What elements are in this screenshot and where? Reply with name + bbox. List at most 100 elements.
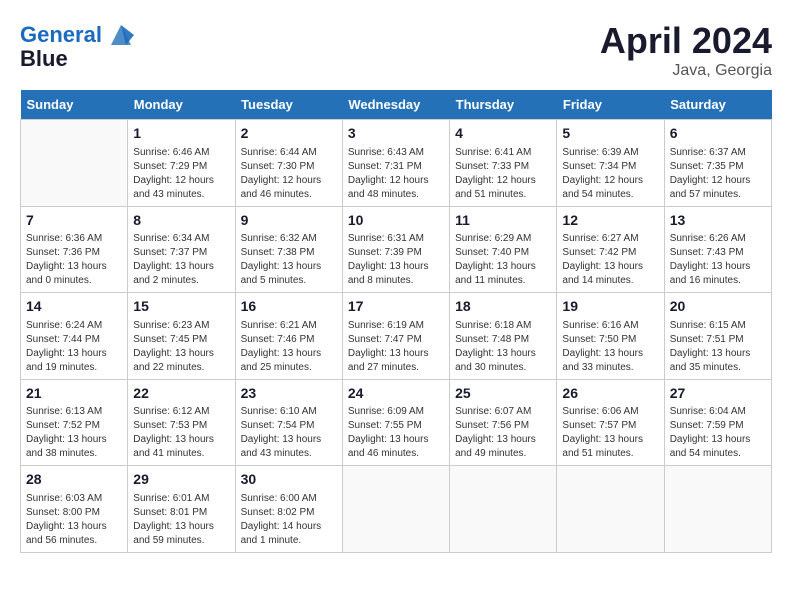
week-row-4: 28Sunrise: 6:03 AM Sunset: 8:00 PM Dayli… [21,466,772,553]
day-info: Sunrise: 6:21 AM Sunset: 7:46 PM Dayligh… [241,319,337,375]
day-info: Sunrise: 6:39 AM Sunset: 7:34 PM Dayligh… [562,146,658,202]
day-number: 12 [562,211,658,231]
calendar-cell: 17Sunrise: 6:19 AM Sunset: 7:47 PM Dayli… [342,293,449,380]
day-info: Sunrise: 6:26 AM Sunset: 7:43 PM Dayligh… [670,232,766,288]
day-number: 2 [241,124,337,144]
calendar-cell: 4Sunrise: 6:41 AM Sunset: 7:33 PM Daylig… [450,120,557,207]
calendar-cell: 20Sunrise: 6:15 AM Sunset: 7:51 PM Dayli… [664,293,771,380]
calendar-cell: 23Sunrise: 6:10 AM Sunset: 7:54 PM Dayli… [235,379,342,466]
week-row-2: 14Sunrise: 6:24 AM Sunset: 7:44 PM Dayli… [21,293,772,380]
calendar-cell: 10Sunrise: 6:31 AM Sunset: 7:39 PM Dayli… [342,206,449,293]
day-number: 1 [133,124,229,144]
calendar-cell: 18Sunrise: 6:18 AM Sunset: 7:48 PM Dayli… [450,293,557,380]
calendar-cell [342,466,449,553]
day-info: Sunrise: 6:10 AM Sunset: 7:54 PM Dayligh… [241,405,337,461]
calendar-cell: 14Sunrise: 6:24 AM Sunset: 7:44 PM Dayli… [21,293,128,380]
day-info: Sunrise: 6:23 AM Sunset: 7:45 PM Dayligh… [133,319,229,375]
calendar-cell: 15Sunrise: 6:23 AM Sunset: 7:45 PM Dayli… [128,293,235,380]
calendar-cell: 11Sunrise: 6:29 AM Sunset: 7:40 PM Dayli… [450,206,557,293]
day-info: Sunrise: 6:29 AM Sunset: 7:40 PM Dayligh… [455,232,551,288]
calendar-cell: 6Sunrise: 6:37 AM Sunset: 7:35 PM Daylig… [664,120,771,207]
day-number: 20 [670,297,766,317]
day-info: Sunrise: 6:46 AM Sunset: 7:29 PM Dayligh… [133,146,229,202]
day-info: Sunrise: 6:04 AM Sunset: 7:59 PM Dayligh… [670,405,766,461]
calendar-table: SundayMondayTuesdayWednesdayThursdayFrid… [20,90,772,553]
weekday-header-monday: Monday [128,90,235,120]
calendar-cell: 28Sunrise: 6:03 AM Sunset: 8:00 PM Dayli… [21,466,128,553]
calendar-cell: 16Sunrise: 6:21 AM Sunset: 7:46 PM Dayli… [235,293,342,380]
day-number: 8 [133,211,229,231]
weekday-header-thursday: Thursday [450,90,557,120]
calendar-cell: 2Sunrise: 6:44 AM Sunset: 7:30 PM Daylig… [235,120,342,207]
day-info: Sunrise: 6:03 AM Sunset: 8:00 PM Dayligh… [26,492,122,548]
calendar-cell: 1Sunrise: 6:46 AM Sunset: 7:29 PM Daylig… [128,120,235,207]
day-info: Sunrise: 6:15 AM Sunset: 7:51 PM Dayligh… [670,319,766,375]
calendar-cell: 30Sunrise: 6:00 AM Sunset: 8:02 PM Dayli… [235,466,342,553]
day-info: Sunrise: 6:00 AM Sunset: 8:02 PM Dayligh… [241,492,337,548]
calendar-cell: 3Sunrise: 6:43 AM Sunset: 7:31 PM Daylig… [342,120,449,207]
week-row-1: 7Sunrise: 6:36 AM Sunset: 7:36 PM Daylig… [21,206,772,293]
day-info: Sunrise: 6:36 AM Sunset: 7:36 PM Dayligh… [26,232,122,288]
day-number: 30 [241,470,337,490]
day-info: Sunrise: 6:01 AM Sunset: 8:01 PM Dayligh… [133,492,229,548]
day-number: 9 [241,211,337,231]
location: Java, Georgia [600,62,772,80]
page-header: General Blue April 2024 Java, Georgia [20,20,772,80]
day-number: 7 [26,211,122,231]
calendar-cell: 5Sunrise: 6:39 AM Sunset: 7:34 PM Daylig… [557,120,664,207]
day-number: 13 [670,211,766,231]
title-block: April 2024 Java, Georgia [600,20,772,80]
calendar-cell: 27Sunrise: 6:04 AM Sunset: 7:59 PM Dayli… [664,379,771,466]
calendar-cell: 7Sunrise: 6:36 AM Sunset: 7:36 PM Daylig… [21,206,128,293]
day-number: 15 [133,297,229,317]
day-number: 28 [26,470,122,490]
day-info: Sunrise: 6:43 AM Sunset: 7:31 PM Dayligh… [348,146,444,202]
calendar-cell: 19Sunrise: 6:16 AM Sunset: 7:50 PM Dayli… [557,293,664,380]
day-number: 10 [348,211,444,231]
day-info: Sunrise: 6:07 AM Sunset: 7:56 PM Dayligh… [455,405,551,461]
day-number: 26 [562,384,658,404]
weekday-header-saturday: Saturday [664,90,771,120]
day-info: Sunrise: 6:27 AM Sunset: 7:42 PM Dayligh… [562,232,658,288]
calendar-cell: 22Sunrise: 6:12 AM Sunset: 7:53 PM Dayli… [128,379,235,466]
calendar-cell [450,466,557,553]
day-info: Sunrise: 6:16 AM Sunset: 7:50 PM Dayligh… [562,319,658,375]
day-number: 25 [455,384,551,404]
logo: General Blue [20,20,136,72]
month-title: April 2024 [600,20,772,62]
day-number: 19 [562,297,658,317]
day-number: 16 [241,297,337,317]
weekday-header-tuesday: Tuesday [235,90,342,120]
logo-text: General [20,23,102,47]
day-info: Sunrise: 6:24 AM Sunset: 7:44 PM Dayligh… [26,319,122,375]
calendar-cell: 8Sunrise: 6:34 AM Sunset: 7:37 PM Daylig… [128,206,235,293]
day-info: Sunrise: 6:37 AM Sunset: 7:35 PM Dayligh… [670,146,766,202]
day-info: Sunrise: 6:32 AM Sunset: 7:38 PM Dayligh… [241,232,337,288]
weekday-header-row: SundayMondayTuesdayWednesdayThursdayFrid… [21,90,772,120]
calendar-cell [21,120,128,207]
weekday-header-wednesday: Wednesday [342,90,449,120]
week-row-3: 21Sunrise: 6:13 AM Sunset: 7:52 PM Dayli… [21,379,772,466]
calendar-cell: 9Sunrise: 6:32 AM Sunset: 7:38 PM Daylig… [235,206,342,293]
day-number: 3 [348,124,444,144]
calendar-cell [557,466,664,553]
day-number: 4 [455,124,551,144]
calendar-cell: 29Sunrise: 6:01 AM Sunset: 8:01 PM Dayli… [128,466,235,553]
calendar-cell: 13Sunrise: 6:26 AM Sunset: 7:43 PM Dayli… [664,206,771,293]
calendar-cell: 25Sunrise: 6:07 AM Sunset: 7:56 PM Dayli… [450,379,557,466]
day-info: Sunrise: 6:31 AM Sunset: 7:39 PM Dayligh… [348,232,444,288]
day-number: 21 [26,384,122,404]
day-number: 23 [241,384,337,404]
calendar-cell: 26Sunrise: 6:06 AM Sunset: 7:57 PM Dayli… [557,379,664,466]
calendar-cell [664,466,771,553]
week-row-0: 1Sunrise: 6:46 AM Sunset: 7:29 PM Daylig… [21,120,772,207]
calendar-cell: 24Sunrise: 6:09 AM Sunset: 7:55 PM Dayli… [342,379,449,466]
day-info: Sunrise: 6:12 AM Sunset: 7:53 PM Dayligh… [133,405,229,461]
weekday-header-friday: Friday [557,90,664,120]
day-info: Sunrise: 6:06 AM Sunset: 7:57 PM Dayligh… [562,405,658,461]
day-number: 18 [455,297,551,317]
day-info: Sunrise: 6:18 AM Sunset: 7:48 PM Dayligh… [455,319,551,375]
day-info: Sunrise: 6:19 AM Sunset: 7:47 PM Dayligh… [348,319,444,375]
day-info: Sunrise: 6:09 AM Sunset: 7:55 PM Dayligh… [348,405,444,461]
day-number: 5 [562,124,658,144]
